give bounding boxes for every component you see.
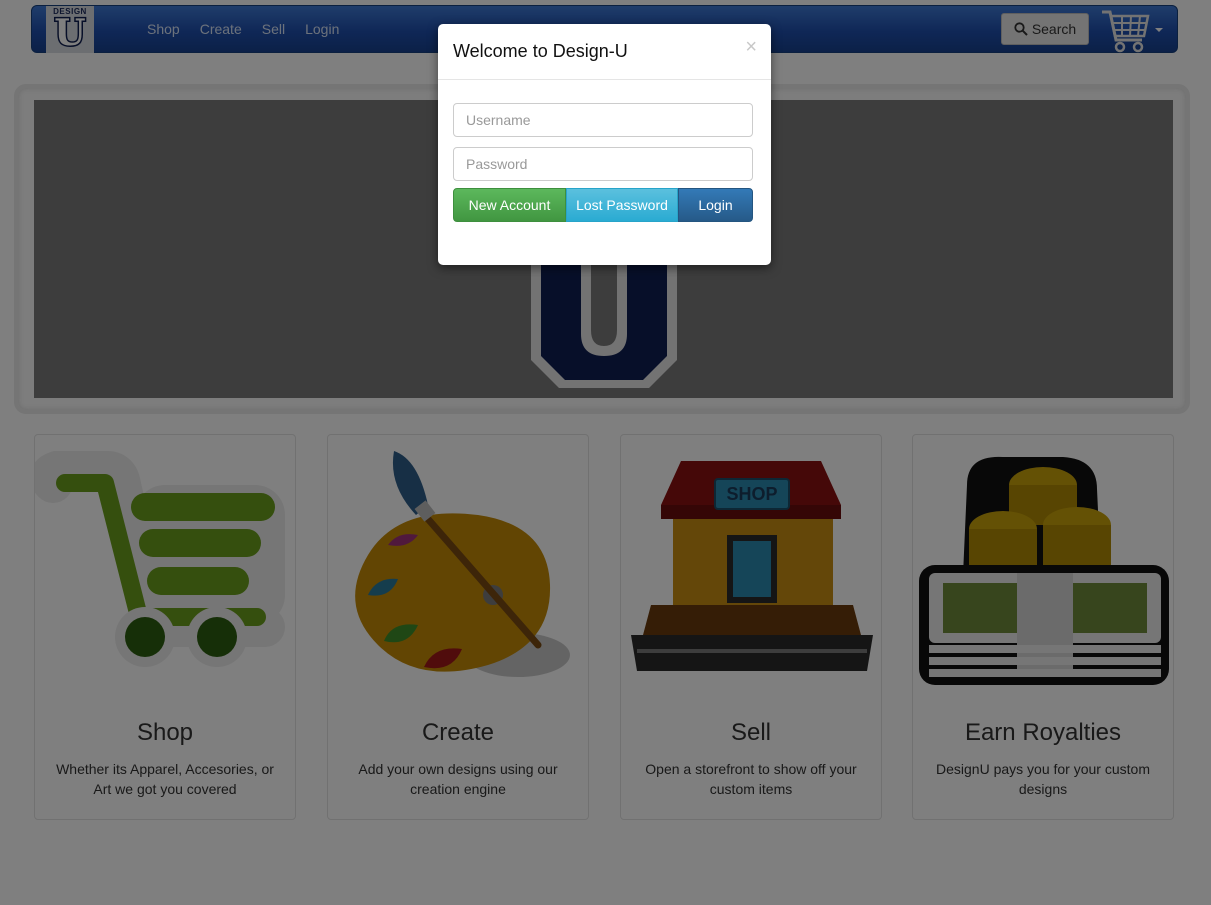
login-modal: Welcome to Design-U × New Account Lost P… <box>438 24 771 265</box>
modal-title: Welcome to Design-U <box>453 41 628 61</box>
password-input[interactable] <box>453 147 753 181</box>
username-input[interactable] <box>453 103 753 137</box>
login-button[interactable]: Login <box>678 188 753 222</box>
lost-password-button[interactable]: Lost Password <box>566 188 678 222</box>
new-account-button[interactable]: New Account <box>453 188 566 222</box>
modal-header: Welcome to Design-U × <box>438 24 771 80</box>
close-icon[interactable]: × <box>745 36 757 59</box>
modal-button-group: New Account Lost Password Login <box>453 188 753 222</box>
